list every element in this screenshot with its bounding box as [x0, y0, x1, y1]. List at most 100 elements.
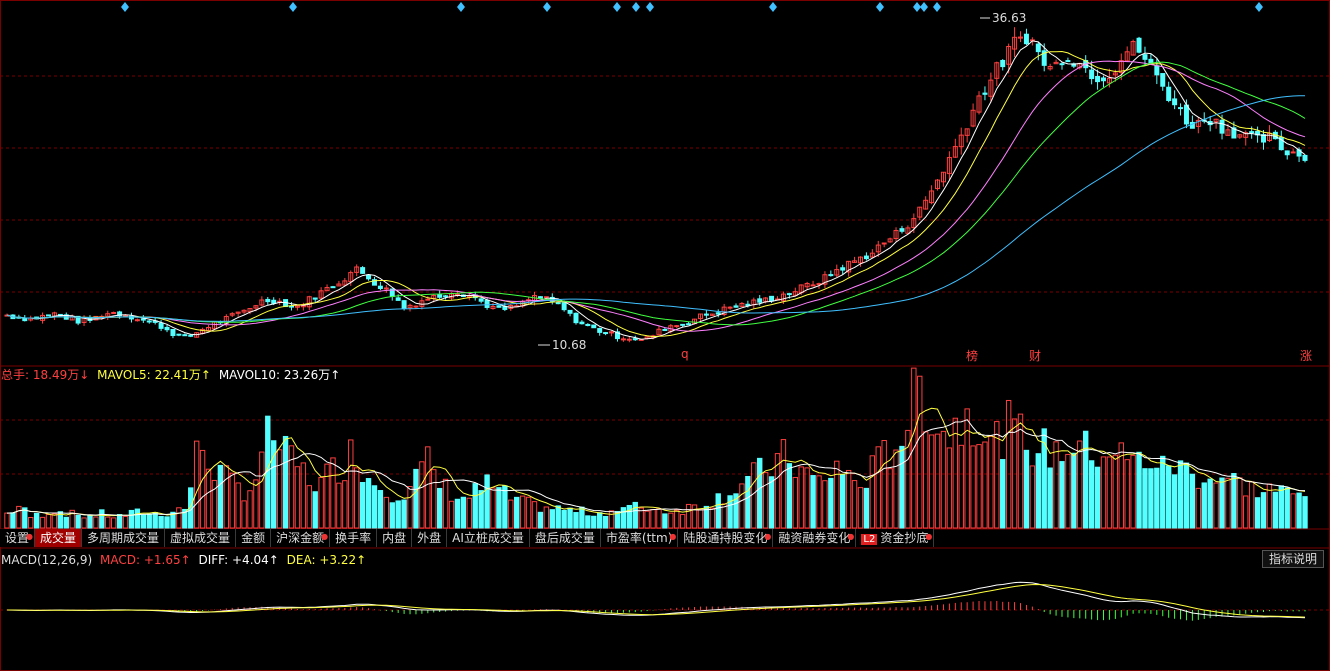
tab-7[interactable]: 内盘 — [377, 529, 413, 547]
tab-label: 外盘 — [417, 531, 442, 545]
candle-body — [632, 338, 638, 341]
tab-2[interactable]: 多周期成交量 — [82, 529, 166, 547]
volume-bar — [1177, 460, 1184, 529]
candle-body — [1059, 63, 1065, 66]
volume-bar — [1195, 487, 1202, 529]
candle-body — [437, 294, 443, 298]
candle-body — [727, 306, 733, 309]
tab-label: 多周期成交量 — [87, 531, 160, 545]
volume-bar — [834, 460, 840, 529]
tab-8[interactable]: 外盘 — [412, 529, 448, 547]
diff-label: DIFF: — [198, 553, 229, 567]
volume-bar — [875, 446, 881, 529]
tab-11[interactable]: 市盈率(ttm) ● — [600, 529, 679, 547]
volume-bar — [348, 439, 354, 529]
candle-body — [662, 328, 668, 331]
tab-dot: ● — [847, 532, 855, 541]
volume-bar — [75, 514, 81, 529]
volume-bar — [591, 515, 597, 529]
candle-body — [1000, 59, 1006, 68]
candle-body — [425, 298, 431, 301]
volume-bar — [1237, 477, 1243, 529]
volume-bar — [312, 491, 318, 529]
volume-bar — [33, 512, 40, 529]
volume-bar — [247, 490, 253, 529]
tab-9[interactable]: AI立桩成交量 — [447, 529, 530, 547]
volume-bar — [561, 509, 567, 529]
volume-bar — [579, 506, 585, 529]
volume-bar — [116, 514, 123, 529]
volume-bar — [1272, 491, 1279, 529]
volume-bar — [1047, 467, 1053, 529]
volume-bar — [626, 504, 633, 529]
diff-line — [6, 581, 1306, 619]
candle-body — [686, 323, 692, 326]
volume-bar — [751, 462, 757, 529]
volume-bar — [1260, 492, 1267, 529]
event-marker-q[interactable]: q — [681, 347, 689, 361]
candle-body — [555, 302, 561, 305]
candle-body — [982, 92, 988, 95]
ma30-line — [6, 61, 1306, 326]
tab-4[interactable]: 金额 — [236, 529, 272, 547]
volume-bar — [602, 515, 609, 529]
volume-bar — [241, 500, 247, 529]
volume-bar — [662, 513, 668, 529]
volume-bar — [739, 483, 745, 529]
candle-body — [164, 326, 170, 331]
volume-bar — [490, 487, 496, 529]
candle-body — [377, 285, 383, 289]
event-marker-cai[interactable]: 财 — [1029, 349, 1041, 363]
mavol10-value: 23.26万↑ — [283, 368, 341, 382]
candle-body — [443, 295, 449, 298]
tab-5[interactable]: 沪深金额 ● — [271, 529, 331, 547]
volume-bar — [851, 480, 858, 529]
indicator-help-button[interactable]: 指标说明 — [1261, 550, 1324, 568]
candle-body — [1178, 107, 1184, 110]
candle-body — [496, 305, 502, 308]
volume-bar — [946, 447, 953, 529]
candle-body — [674, 325, 680, 328]
volume-bar — [436, 487, 443, 529]
candle-body — [1183, 104, 1189, 125]
volume-bar — [1248, 481, 1255, 529]
candle-body — [769, 295, 775, 302]
volume-bar — [982, 441, 988, 529]
candle-body — [1023, 33, 1029, 45]
tab-10[interactable]: 盘后成交量 — [529, 529, 601, 547]
diff-value: +4.04↑ — [232, 553, 279, 567]
volume-bar — [988, 435, 994, 529]
tab-1[interactable]: 成交量 — [35, 529, 83, 547]
volume-bar — [1136, 451, 1142, 529]
event-diamond-10 — [920, 2, 928, 12]
volume-bar — [786, 463, 793, 529]
volume-bar — [656, 508, 662, 529]
tab-14[interactable]: L2 资金抄底 ● — [856, 529, 935, 547]
tab-0[interactable]: 设置 ● — [0, 529, 36, 547]
tab-dot: ● — [669, 532, 677, 541]
volume-bar — [1189, 473, 1196, 529]
tab-12[interactable]: 陆股通持股变化 ● — [678, 529, 774, 547]
volume-bar — [881, 440, 887, 529]
volume-bar — [199, 449, 206, 529]
volume-bar — [1011, 418, 1018, 529]
tab-3[interactable]: 虚拟成交量 — [165, 529, 237, 547]
volume-bar — [1225, 477, 1231, 529]
volume-bar — [650, 509, 656, 529]
volume-bar — [1201, 482, 1207, 529]
tab-6[interactable]: 换手率 — [330, 529, 378, 547]
volume-bar — [816, 475, 822, 529]
mavol10-line — [6, 419, 1306, 516]
tab-label: 市盈率(ttm) — [605, 531, 673, 545]
volume-bar — [359, 481, 366, 529]
mavol5-value: 22.41万↑ — [154, 368, 211, 382]
volume-bar — [110, 517, 117, 529]
volume-bar — [1029, 465, 1036, 529]
candle-body — [597, 328, 603, 333]
volume-bar — [822, 480, 828, 529]
volume-bar — [407, 486, 413, 529]
event-marker-zhang[interactable]: 涨 — [1300, 349, 1312, 363]
tab-13[interactable]: 融资融券变化 ● — [773, 529, 857, 547]
event-marker-bang[interactable]: 榜 — [966, 349, 978, 363]
volume-bar — [810, 475, 816, 529]
